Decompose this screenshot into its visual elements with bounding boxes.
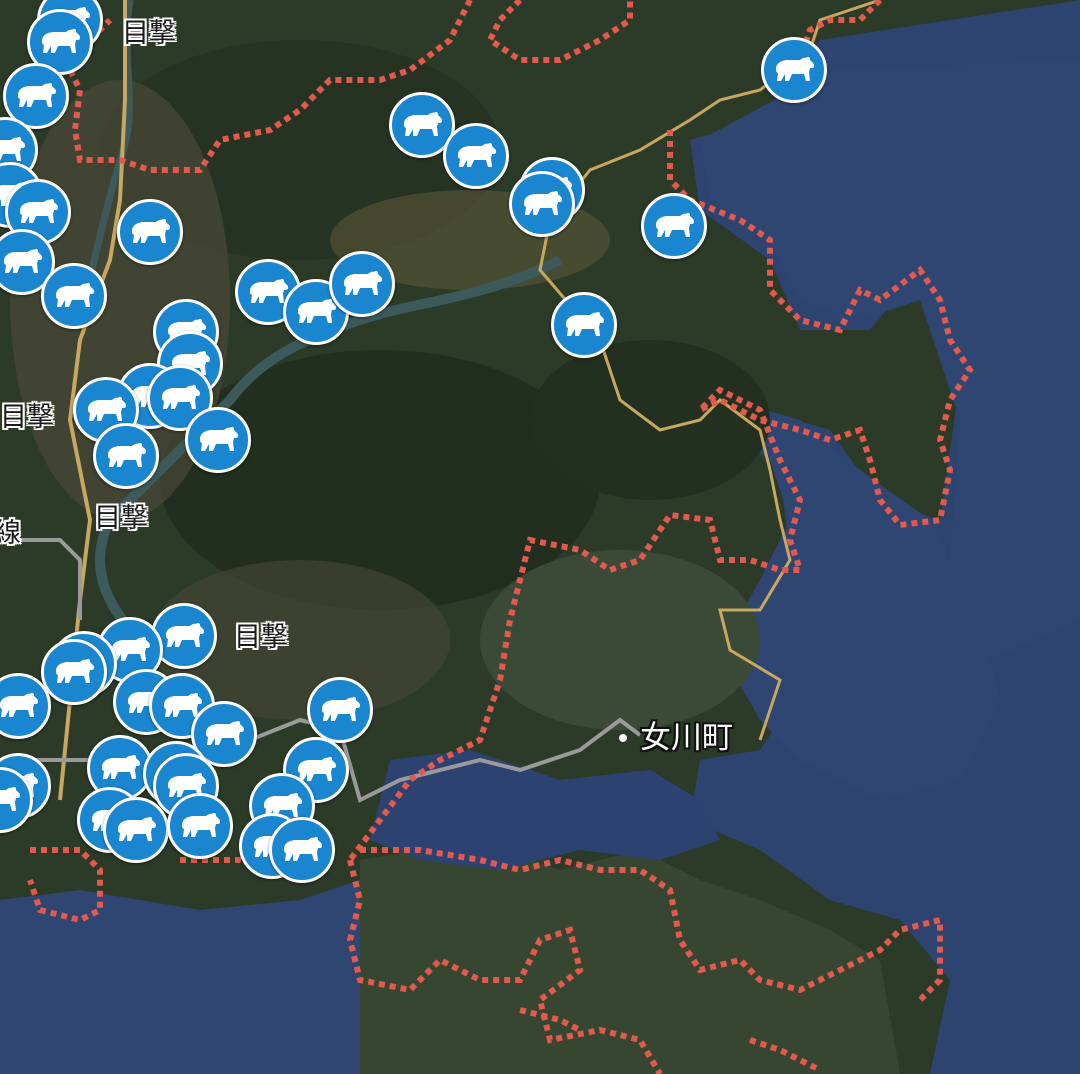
- bear-icon: [52, 281, 96, 311]
- bear-icon: [318, 695, 362, 725]
- bear-icon: [454, 141, 498, 171]
- town-marker-dot: [618, 733, 628, 743]
- bear-sighting-marker[interactable]: [41, 263, 107, 329]
- bear-icon: [294, 297, 338, 327]
- bear-icon: [178, 811, 222, 841]
- bear-icon: [16, 197, 60, 227]
- bear-sighting-marker[interactable]: [443, 123, 509, 189]
- bear-sighting-marker[interactable]: [185, 407, 251, 473]
- bear-sighting-marker[interactable]: [551, 292, 617, 358]
- bear-icon: [162, 621, 206, 651]
- bear-icon: [652, 211, 696, 241]
- bear-icon: [520, 189, 564, 219]
- bear-sighting-marker[interactable]: [93, 423, 159, 489]
- rail-line-label: 線: [0, 518, 21, 549]
- bear-sighting-marker[interactable]: [329, 251, 395, 317]
- bear-sighting-marker[interactable]: [167, 793, 233, 859]
- bear-sighting-marker[interactable]: [641, 193, 707, 259]
- bear-icon: [0, 691, 40, 721]
- bear-icon: [340, 269, 384, 299]
- mountain-shade: [480, 550, 760, 730]
- bear-icon: [38, 27, 82, 57]
- bear-icon: [158, 383, 202, 413]
- mountain-shade: [530, 340, 770, 500]
- sighting-label: 目撃: [0, 402, 54, 433]
- bear-icon: [84, 395, 128, 425]
- bear-icon: [0, 785, 22, 815]
- bear-icon: [0, 135, 27, 165]
- sea-southwest: [0, 880, 360, 1074]
- bear-icon: [196, 425, 240, 455]
- bear-icon: [98, 753, 142, 783]
- bear-icon: [562, 310, 606, 340]
- sighting-label: 目撃: [94, 503, 148, 534]
- sighting-label: 目撃: [122, 18, 176, 49]
- bear-sighting-marker[interactable]: [117, 199, 183, 265]
- bear-sighting-marker[interactable]: [103, 797, 169, 863]
- bear-icon: [202, 719, 246, 749]
- bear-icon: [400, 110, 444, 140]
- sighting-label: 目撃: [234, 622, 288, 653]
- bear-sighting-marker[interactable]: [269, 817, 335, 883]
- bear-icon: [280, 835, 324, 865]
- bear-sighting-marker[interactable]: [307, 677, 373, 743]
- bear-icon: [52, 657, 96, 687]
- bear-sighting-marker[interactable]: [509, 171, 575, 237]
- bear-icon: [114, 815, 158, 845]
- bear-icon: [0, 247, 44, 277]
- bear-icon: [14, 81, 58, 111]
- satellite-map[interactable]: 目撃 目撃 目撃 目撃 線 女川町: [0, 0, 1080, 1074]
- bear-icon: [128, 217, 172, 247]
- bear-sighting-marker[interactable]: [41, 639, 107, 705]
- bear-icon: [104, 441, 148, 471]
- town-label: 女川町: [640, 720, 733, 756]
- bear-icon: [772, 55, 816, 85]
- bear-sighting-marker[interactable]: [761, 37, 827, 103]
